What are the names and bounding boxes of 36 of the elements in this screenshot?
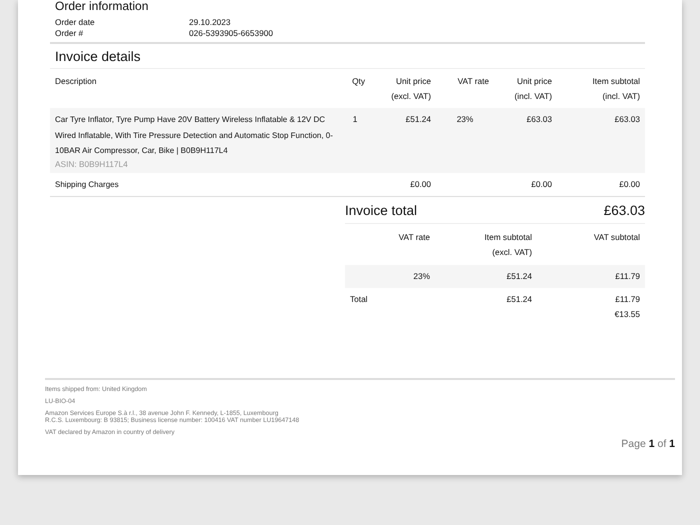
column-header: Unit price (excl. VAT) (391, 75, 431, 103)
item-description: Car Tyre Inflator, Tyre Pump Have 20V Battery Wireless Inflatable & 12V DC Wired Inflatable, With Tire Pressure Detection and Automatic Stop Function, 0-10BAR Air Compressor, Car, Bike | B0B9H117L4 (55, 114, 334, 157)
table-cell-text: €13.55 (614, 308, 640, 321)
section-title: Order information (54, 0, 150, 13)
item-description: Shipping Charges (55, 178, 119, 191)
table-cell-text: £51.24 (506, 293, 532, 306)
table-cell-text: £63.03 (614, 113, 640, 126)
table-cell-text: £0.00 (619, 178, 640, 190)
invoice-total-value: £63.03 (604, 203, 645, 218)
table-cell-text: £0.00 (410, 178, 431, 190)
column-header: Item subtotal (excl. VAT) (484, 231, 532, 259)
column-header: VAT rate (458, 75, 489, 88)
table-cell-text: 1 (352, 113, 358, 126)
column-header: Qty (352, 75, 365, 88)
table-cell-text: £11.79 (615, 293, 640, 306)
column-header: Item subtotal (incl. VAT) (592, 75, 640, 103)
table-cell-text: £63.03 (526, 113, 552, 126)
column-header: Unit price (incl. VAT) (514, 75, 552, 103)
field-value: 026-5393905-6653900 (189, 28, 274, 39)
table-cell-text: £51.24 (406, 113, 431, 126)
field-label: Order date (55, 17, 96, 28)
table-cell-text: 23% (456, 113, 474, 126)
table-cell-text: Total (350, 293, 368, 306)
table-cell-text: 23% (413, 270, 430, 283)
field-label: Order # (55, 28, 84, 39)
table-cell-text: £0.00 (531, 178, 552, 190)
section-title: Invoice details (50, 44, 645, 69)
asin-text: ASIN: B0B9H117L4 (55, 158, 128, 170)
column-header: VAT subtotal (594, 231, 640, 244)
table-cell-text: £11.79 (615, 270, 640, 283)
column-header: Description (55, 75, 97, 88)
invoice-total-label: Invoice total (345, 203, 418, 218)
page-number: Page 1 of 1 (621, 438, 675, 450)
table-cell-text: £51.24 (506, 270, 532, 283)
column-header: VAT rate (398, 231, 430, 244)
field-value: 29.10.2023 (189, 17, 232, 28)
